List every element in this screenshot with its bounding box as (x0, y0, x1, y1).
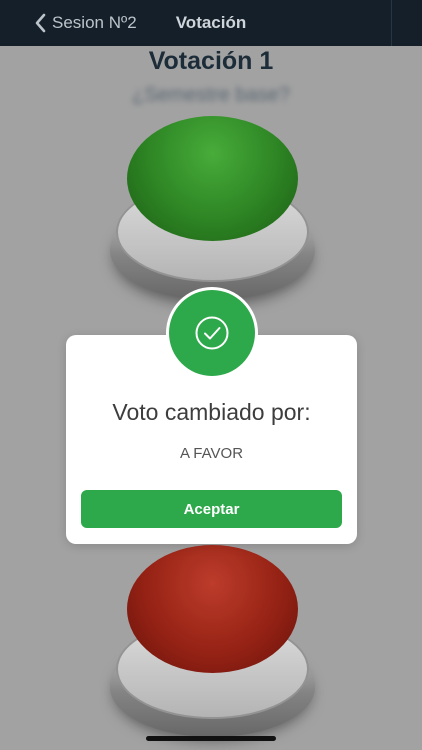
accept-button[interactable]: Aceptar (81, 490, 342, 528)
home-indicator (146, 736, 276, 741)
check-circle-icon (195, 316, 229, 350)
dialog-vote-value: A FAVOR (179, 445, 244, 462)
dialog-heading: Voto cambiado por: (112, 399, 311, 425)
dialog-badge (166, 287, 258, 379)
badge-circle (169, 290, 255, 376)
